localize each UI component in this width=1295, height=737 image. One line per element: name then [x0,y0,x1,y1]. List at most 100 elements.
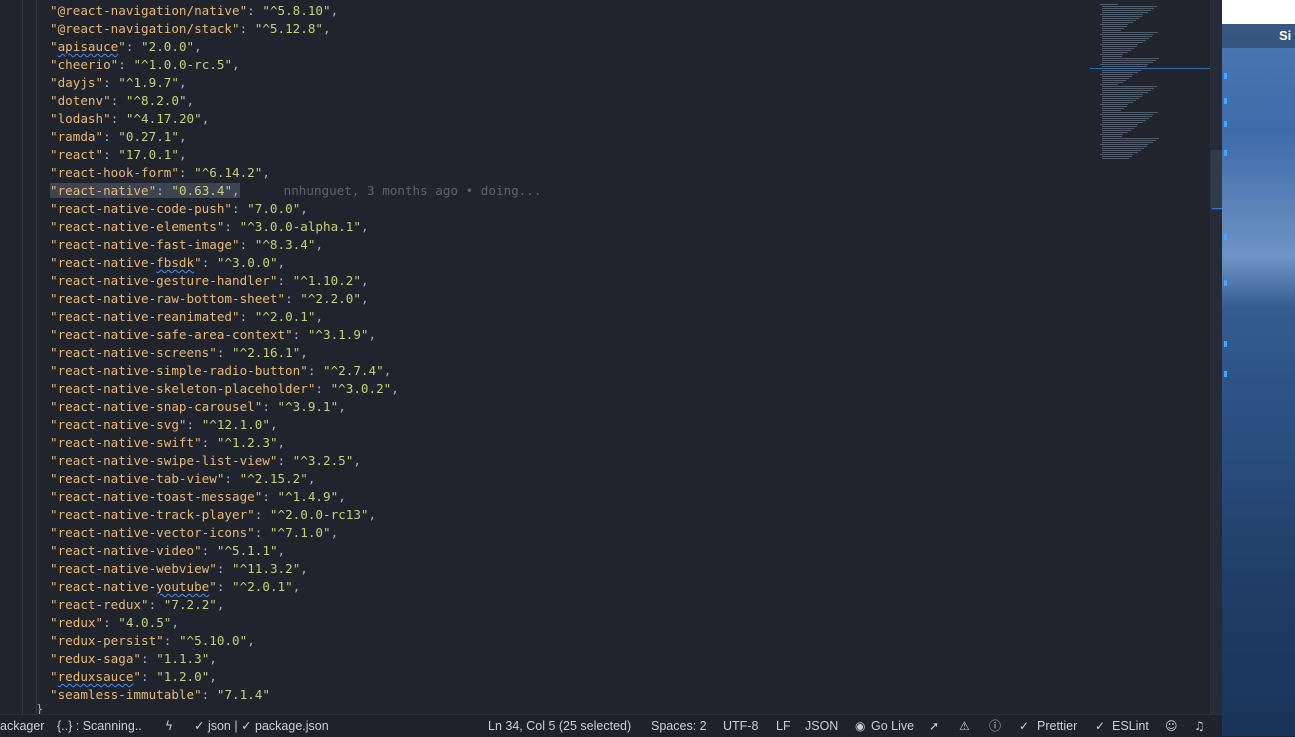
minimap-line [1102,140,1156,141]
spelling-warning[interactable]: fbsdk [156,255,194,270]
json-key: "redux-saga": [50,651,157,666]
code-line[interactable]: "react-native-webview": "^11.3.2", [50,560,541,578]
code-line[interactable]: "react-native-code-push": "7.0.0", [50,200,541,218]
scanning-status[interactable]: {..} : Scanning.. [57,718,142,734]
json-key: "@react-navigation/stack": [50,21,255,36]
json-value: "^3.2.5" [292,453,354,468]
code-line[interactable]: "react-native-snap-carousel": "^3.9.1", [50,398,541,416]
minimap-line [1102,42,1143,43]
check-double-icon: ✓ [1019,719,1030,733]
info-icon[interactable]: ⓘ [989,718,1001,734]
spelling-warning[interactable]: reduxsauce [58,669,134,684]
code-editor[interactable]: "@react-navigation/native": "^5.8.10", "@… [0,0,1090,714]
code-line[interactable]: "ramda": "0.27.1", [50,128,541,146]
code-line[interactable]: "react-native-youtubereact-native-youtub… [50,578,541,596]
code-line[interactable]: "seamless-immutable": "7.1.4" [50,686,541,704]
code-line[interactable]: "react-native": "0.63.4", nnhunguet, 3 mo… [50,182,541,200]
code-line[interactable]: "react-native-toast-message": "^1.4.9", [50,488,541,506]
go-live-button[interactable]: Go Live [871,718,914,734]
minimap-line [1102,156,1132,157]
minimap-line [1102,142,1153,143]
json-key: "react-hook-form": [50,165,195,180]
json-key: "react-native-tab-view": [50,471,240,486]
code-line[interactable]: "react-native-raw-bottom-sheet": "^2.2.0… [50,290,541,308]
code-lines[interactable]: "@react-navigation/native": "^5.8.10", "@… [50,2,541,704]
json-value: "^12.1.0" [201,417,270,432]
feedback-icon[interactable]: ☺ [1165,718,1178,734]
code-line[interactable]: "react-native-skeleton-placeholder": "^3… [50,380,541,398]
code-line[interactable]: "react-native-fast-image": "^8.3.4", [50,236,541,254]
code-line[interactable]: "react-native-swift": "^1.2.3", [50,434,541,452]
json-key: "react-native-svg": [50,417,202,432]
git-blame-annotation[interactable]: nnhunguet, 3 months ago • doing... [284,183,542,198]
prettier-status[interactable]: Prettier [1037,718,1077,734]
cursor-position[interactable]: Ln 34, Col 5 (25 selected) [488,718,631,734]
code-line[interactable]: "react-native-svg": "^12.1.0", [50,416,541,434]
code-line[interactable]: "react-native-tab-view": "^2.15.2", [50,470,541,488]
code-line[interactable]: "react": "17.0.1", [50,146,541,164]
code-line[interactable]: "react-native-video": "^5.1.1", [50,542,541,560]
minimap-line [1102,72,1138,73]
code-line[interactable]: "redux-saga": "1.1.3", [50,650,541,668]
code-line[interactable]: "react-hook-form": "^6.14.2", [50,164,541,182]
code-line[interactable]: "redux-persist": "^5.10.0", [50,632,541,650]
code-line[interactable]: "@react-navigation/native": "^5.8.10", [50,2,541,20]
desktop-white-strip [1222,0,1295,24]
spelling-warning[interactable]: apisauce [58,39,119,54]
json-value: "1.2.0" [156,669,210,684]
language-mode[interactable]: JSON [805,718,838,734]
code-line[interactable]: "apisauceapisauce": "2.0.0", [50,38,541,56]
json-value: "^5.1.1" [216,543,278,558]
minimap-line [1102,76,1132,77]
code-line[interactable]: "react-redux": "7.2.2", [50,596,541,614]
spelling-warning[interactable]: youtube [156,579,209,594]
code-line[interactable]: "react-native-simple-radio-button": "^2.… [50,362,541,380]
desktop-edge-marker [1224,280,1227,286]
json-value: "7.1.4" [216,687,270,702]
json-validation-status[interactable]: ✓ json | ✓ package.json [194,718,329,734]
code-line[interactable]: "react-native-swipe-list-view": "^3.2.5"… [50,452,541,470]
minimap-line [1102,136,1122,137]
code-line[interactable]: "react-native-gesture-handler": "^1.10.2… [50,272,541,290]
rocket-icon[interactable]: ➚ [929,718,939,734]
code-line[interactable]: "react-native-track-player": "^2.0.0-rc1… [50,506,541,524]
code-line[interactable]: "react-native-safe-area-context": "^3.1.… [50,326,541,344]
minimap-line [1102,40,1146,41]
json-value: "^3.0.0" [216,255,278,270]
minimap-line [1102,60,1156,61]
code-line[interactable]: "dayjs": "^1.9.7", [50,74,541,92]
encoding-setting[interactable]: UTF-8 [723,718,758,734]
code-line[interactable]: "redux": "4.0.5", [50,614,541,632]
code-line[interactable]: "@react-navigation/stack": "^5.12.8", [50,20,541,38]
code-line[interactable]: "react-native-fbsdkreact-native-fbsdk": … [50,254,541,272]
lightning-icon[interactable]: ϟ [165,718,173,734]
code-line[interactable]: "react-native-vector-icons": "^7.1.0", [50,524,541,542]
minimap-line [1102,130,1131,131]
json-value: "2.0.0" [141,39,195,54]
code-line[interactable]: "react-native-reanimated": "^2.0.1", [50,308,541,326]
minimap-line [1102,86,1157,87]
json-value: "^2.15.2" [239,471,308,486]
minimap-line [1102,152,1138,153]
json-value: "^6.14.2" [194,165,263,180]
code-line[interactable]: "dotenv": "^8.2.0", [50,92,541,110]
code-line[interactable]: "reduxsaucereduxsauce": "1.2.0", [50,668,541,686]
code-line[interactable]: "react-native-screens": "^2.16.1", [50,344,541,362]
json-key: "react-native-track-player": [50,507,270,522]
eslint-status[interactable]: ESLint [1112,718,1149,734]
code-line[interactable]: "react-native-elements": "^3.0.0-alpha.1… [50,218,541,236]
bell-icon[interactable]: ♫ [1194,718,1205,734]
menubar-app-name[interactable]: Si [1279,28,1291,43]
desktop-edge-marker [1224,121,1227,127]
code-line[interactable]: "lodash": "^4.17.20", [50,110,541,128]
indentation-setting[interactable]: Spaces: 2 [651,718,707,734]
minimap-line [1102,112,1158,113]
minimap-line [1102,102,1133,103]
minimap[interactable] [1090,0,1210,714]
warning-icon[interactable]: ⚠ [959,718,970,734]
minimap-line [1102,80,1126,81]
code-line[interactable]: "cheerio": "^1.0.0-rc.5", [50,56,541,74]
line-ending-setting[interactable]: LF [776,718,791,734]
minimap-line [1102,92,1148,93]
packager-status[interactable]: ackager [0,718,44,734]
